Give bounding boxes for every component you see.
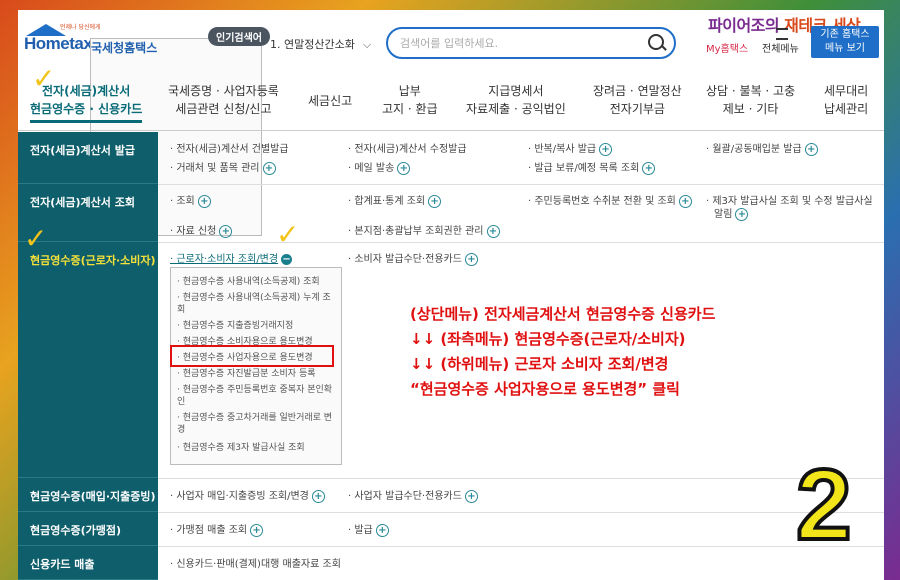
top-nav-payment[interactable]: 납부 고지 · 환급 [382, 82, 438, 118]
popular-search-item: 1. 연말정산간소화 [270, 38, 355, 51]
top-nav-tax-agent[interactable]: 세무대리 납세관리 [824, 82, 868, 118]
plus-icon[interactable]: + [464, 252, 478, 266]
top-nav-incentives[interactable]: 장려금 · 연말정산 전자기부금 [593, 82, 682, 118]
menu-item[interactable]: · 반복/복사 발급 + [528, 140, 613, 156]
popular-search-badge: 인기검색어 [208, 27, 270, 46]
top-nav-consulting[interactable]: 상담 · 불복 · 고충 제보 · 기타 [706, 82, 795, 118]
submenu-item[interactable]: · 현금영수증 사용내역(소득공제) 조회 [177, 276, 335, 288]
menu-item-continuation: 알림 + [714, 205, 749, 221]
popular-search-dropdown[interactable]: 1. 연말정산간소화 ⌵ [270, 36, 371, 52]
minus-icon[interactable]: − [281, 253, 293, 265]
menu-item[interactable]: · 전자(세금)계산서 수정발급 [348, 140, 467, 155]
plus-icon[interactable]: + [262, 161, 276, 175]
search-placeholder: 검색어를 입력하세요. [400, 37, 499, 50]
menu-item[interactable]: · 사업자 발급수단·전용카드 + [348, 487, 478, 503]
plus-icon[interactable]: + [428, 194, 442, 208]
browser-frame: 언제나 당신에게 Hometax. 국세청홈택스 인기검색어 1. 연말정산간소… [18, 10, 884, 580]
checkmark-icon: ✓ [32, 62, 56, 95]
menu-row: 전자(세금)계산서 조회 · 조회 + · 합계표·통계 조회 + · 주민등록번호… [18, 184, 884, 243]
left-menu-cash-receipt-consumer[interactable]: 현금영수증(근로자·소비자) [18, 242, 158, 478]
plus-icon[interactable]: + [464, 489, 478, 503]
search-input[interactable]: 검색어를 입력하세요. [386, 27, 676, 59]
submenu-item[interactable]: · 현금영수증 자진발급분 소비자 등록 [177, 368, 335, 380]
menu-row: 현금영수증(가맹점) · 가맹점 매출 조회 + · 발급 + [18, 512, 884, 547]
plus-icon[interactable]: + [642, 161, 656, 175]
submenu-item[interactable]: · 현금영수증 제3자 발급사실 조회 [177, 442, 335, 454]
menu-item[interactable]: · 전자(세금)계산서 건별발급 [170, 140, 289, 155]
top-nav-statements[interactable]: 지급명세서 자료제출 · 공익법인 [466, 82, 566, 118]
site-header: 언제나 당신에게 Hometax. 국세청홈택스 인기검색어 1. 연말정산간소… [18, 10, 884, 236]
menu-item[interactable]: · 가맹점 매출 조회 + [170, 521, 264, 537]
plus-icon[interactable]: + [375, 523, 389, 537]
old-menu-view-button[interactable]: 기존 홈택스 메뉴 보기 [811, 26, 879, 58]
menu-item[interactable]: · 발급 + [348, 521, 389, 537]
left-menu-credit-card-sales[interactable]: 신용카드 매출 [18, 546, 158, 580]
plus-icon[interactable]: + [311, 489, 325, 503]
top-nav-certificates[interactable]: 국세증명 · 사업자등록 세금관련 신청/신고 [168, 82, 279, 118]
logo-brand: Hometax. [24, 34, 97, 53]
submenu-item[interactable]: · 현금영수증 지출증빙거래지정 [177, 320, 335, 332]
all-menu-link[interactable]: 전체메뉴 [762, 40, 799, 55]
plus-icon[interactable]: + [804, 142, 818, 156]
plus-icon[interactable]: + [486, 224, 500, 238]
menu-item[interactable]: · 발급 보류/예정 목록 조회 + [528, 159, 656, 175]
menu-item[interactable]: · 소비자 발급수단·전용카드 + [348, 250, 478, 266]
menu-item[interactable]: · 본지점·총괄납부 조회권한 관리 + [348, 222, 500, 238]
menu-item[interactable]: · 주민등록번호 수취분 전환 및 조회 + [528, 192, 692, 208]
top-nav-tax-return[interactable]: 세금신고 [308, 92, 352, 110]
my-hometax-link[interactable]: My홈택스 [706, 40, 748, 55]
submenu-item[interactable]: · 현금영수증 중고차거래를 일반거래로 변경 [177, 412, 335, 436]
menu-item[interactable]: · 월괄/공동매입분 발급 + [706, 140, 818, 156]
menu-item[interactable]: · 메일 발송 + [348, 159, 411, 175]
menu-item-consumer-inquiry[interactable]: · 근로자·소비자 조회/변경 − [170, 250, 293, 265]
hometax-logo[interactable]: 언제나 당신에게 Hometax. 국세청홈택스 [24, 24, 262, 236]
plus-icon[interactable]: + [250, 523, 264, 537]
logo-tagline: 언제나 당신에게 [60, 24, 101, 31]
highlight-box [170, 345, 334, 367]
menu-row: 신용카드 매출 · 신용카드·판매(결제)대행 매출자료 조회 [18, 546, 884, 580]
search-icon[interactable] [648, 34, 664, 50]
menu-row: 현금영수증(매입·지출증빙) · 사업자 매입·지출증빙 조회/변경 + · 사업… [18, 478, 884, 513]
checkmark-icon: ✓ [24, 222, 48, 255]
left-menu-cash-receipt-business[interactable]: 현금영수증(매입·지출증빙) [18, 478, 158, 512]
plus-icon[interactable]: + [599, 142, 613, 156]
menu-item[interactable]: · 조회 + [170, 192, 211, 208]
instruction-annotation: (상단메뉴) 전자세금계산서 현금영수증 신용카드 ↓↓ (좌측메뉴) 현금영수… [410, 305, 716, 398]
chevron-down-icon: ⌵ [362, 38, 372, 51]
menu-icon[interactable] [776, 28, 788, 40]
menu-item[interactable]: · 자료 신청 + [170, 222, 233, 238]
menu-item[interactable]: · 거래처 및 품목 관리 + [170, 159, 276, 175]
submenu-item[interactable]: · 현금영수증 사용내역(소득공제) 누계 조회 [177, 292, 335, 316]
menu-row: 전자(세금)계산서 발급 · 전자(세금)계산서 건별발급 · 전자(세금)계산… [18, 132, 884, 185]
top-nav: 전자(세금)계산서 현금영수증 · 신용카드 국세증명 · 사업자등록 세금관련… [18, 70, 884, 131]
plus-icon[interactable]: + [678, 194, 692, 208]
step-number: 2 [794, 447, 854, 563]
menu-item[interactable]: · 사업자 매입·지출증빙 조회/변경 + [170, 487, 325, 503]
menu-item[interactable]: · 신용카드·판매(결제)대행 매출자료 조회 [170, 555, 341, 570]
checkmark-icon: ✓ [276, 218, 300, 251]
plus-icon[interactable]: + [397, 161, 411, 175]
plus-icon[interactable]: + [735, 207, 749, 221]
left-menu-cash-receipt-merchant[interactable]: 현금영수증(가맹점) [18, 512, 158, 546]
plus-icon[interactable]: + [219, 224, 233, 238]
menu-item[interactable]: · 합계표·통계 조회 + [348, 192, 442, 208]
left-menu-etax-issue[interactable]: 전자(세금)계산서 발급 [18, 132, 158, 184]
plus-icon[interactable]: + [197, 194, 211, 208]
submenu-item[interactable]: · 현금영수증 주민등록번호 중복자 본인확인 [177, 384, 335, 408]
